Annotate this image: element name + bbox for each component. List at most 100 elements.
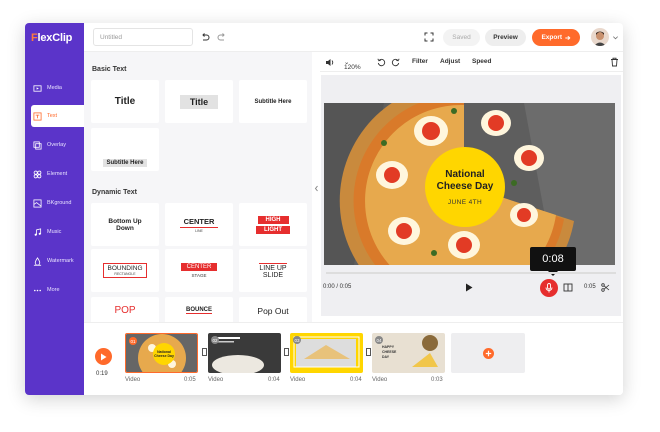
sidebar-item-more[interactable]: More [25, 279, 84, 301]
sidebar-item-bkground[interactable]: BKground [25, 192, 84, 214]
title-badge[interactable]: National Cheese Day JUNE 4TH [425, 147, 505, 227]
dynamic-template-card[interactable]: HIGH LIGHT [239, 203, 307, 246]
add-clip-button[interactable] [451, 333, 525, 373]
sidebar: FlexClip Media Text Overlay Element BKgr… [25, 23, 84, 395]
template-label: CENTER [179, 217, 219, 228]
time-counter: 0:00 / 0:05 [323, 284, 352, 290]
text-template-card[interactable]: Title [91, 80, 159, 123]
scene-title-line1: National [445, 168, 485, 180]
saved-button[interactable]: Saved [443, 29, 480, 46]
transition-button[interactable] [284, 348, 289, 356]
clip-number: 03 [293, 336, 301, 344]
template-label: SLIDE [262, 271, 284, 279]
clip-duration: 0:04 [268, 377, 280, 383]
dynamic-template-card[interactable]: CENTER STAGE [165, 249, 233, 292]
record-voice-button[interactable] [540, 279, 558, 297]
svg-text:DAY: DAY [382, 355, 390, 359]
preview-button[interactable]: Preview [485, 29, 526, 46]
sidebar-item-label: Watermark [47, 258, 74, 264]
chevron-down-icon[interactable] [612, 34, 619, 41]
sidebar-item-label: Element [47, 171, 68, 177]
collapse-panel-button[interactable] [312, 178, 320, 198]
timeline-clip[interactable]: 03 [290, 333, 363, 373]
template-label: LINE [195, 228, 203, 233]
sidebar-item-label: Text [47, 113, 58, 119]
template-label: Down [116, 224, 134, 232]
timeline-play-button[interactable] [95, 348, 112, 365]
background-icon [33, 198, 42, 208]
editor-toolbar: 120% ⌄ Filter Adjust Speed [320, 52, 623, 72]
fullscreen-icon[interactable] [424, 32, 434, 42]
timeline-clip[interactable]: National Cheese Day 01 [125, 333, 198, 373]
text-template-card[interactable]: Title [165, 80, 233, 123]
clip-number: 02 [211, 336, 219, 344]
dynamic-template-card[interactable]: Bottom Up Down [91, 203, 159, 246]
scene-title-line2: Cheese Day [436, 180, 494, 192]
sidebar-item-element[interactable]: Element [25, 163, 84, 185]
svg-text:HAPPY: HAPPY [382, 345, 395, 349]
volume-icon[interactable] [325, 58, 335, 67]
arrow-right-icon: ➔ [565, 34, 571, 42]
sidebar-item-label: Music [47, 229, 62, 235]
sidebar-item-music[interactable]: Music [25, 221, 84, 243]
dynamic-template-card[interactable]: BOUNCE [165, 297, 233, 322]
template-label: Subtitle Here [103, 159, 147, 167]
dynamic-template-card[interactable]: BOUNDING RECTANGLE [91, 249, 159, 292]
sidebar-item-watermark[interactable]: Watermark [25, 250, 84, 272]
clip-number: 04 [375, 336, 383, 344]
scene-date: JUNE 4TH [447, 198, 483, 206]
undo-icon[interactable] [200, 32, 210, 42]
dynamic-template-card[interactable]: POP [91, 297, 159, 322]
rotate-right-icon[interactable] [391, 58, 400, 67]
play-icon[interactable] [465, 283, 473, 292]
redo-icon[interactable] [217, 32, 227, 42]
video-preview[interactable]: National Cheese Day JUNE 4TH [324, 103, 615, 265]
trash-icon[interactable] [610, 57, 619, 67]
sidebar-item-media[interactable]: Media [25, 77, 84, 99]
split-icon[interactable] [563, 283, 573, 292]
text-icon [33, 111, 42, 121]
filter-button[interactable]: Filter [412, 58, 428, 65]
transition-button[interactable] [202, 348, 207, 356]
project-name-input[interactable]: Untitled [93, 28, 193, 46]
plus-icon [482, 347, 494, 359]
clip-type: Video [208, 377, 224, 383]
zoom-value: 120% [344, 64, 361, 71]
top-bar: Untitled Saved Preview Export ➔ [84, 23, 623, 52]
section-basic-text: Basic Text [92, 66, 127, 73]
template-label: BOUNCE [185, 307, 212, 314]
transition-button[interactable] [366, 348, 371, 356]
sidebar-item-overlay[interactable]: Overlay [25, 134, 84, 156]
dynamic-template-card[interactable]: LINE UP SLIDE [239, 249, 307, 292]
text-template-card[interactable]: Subtitle Here [239, 80, 307, 123]
preview-canvas: National Cheese Day JUNE 4TH [321, 75, 621, 316]
clip-duration: 0:05 [184, 377, 196, 383]
sidebar-item-label: BKground [47, 200, 72, 206]
clip-number: 01 [129, 337, 137, 345]
clip-type: Video [372, 377, 388, 383]
avatar[interactable] [591, 28, 609, 46]
dynamic-template-card[interactable]: Pop Out [239, 297, 307, 322]
timeline-clip[interactable]: 02 [208, 333, 281, 373]
adjust-button[interactable]: Adjust [440, 58, 460, 65]
scissors-icon[interactable] [601, 283, 610, 292]
timeline-clip[interactable]: HAPPY CHEESE DAY 04 [372, 333, 445, 373]
rotate-left-icon[interactable] [377, 58, 386, 67]
overlay-icon [33, 140, 42, 150]
zoom-select[interactable]: 120% ⌄ [344, 58, 361, 71]
section-dynamic-text: Dynamic Text [92, 189, 137, 196]
clip-type: Video [290, 377, 306, 383]
music-icon [34, 227, 42, 236]
sidebar-item-label: Media [47, 85, 62, 91]
dynamic-template-card[interactable]: CENTER LINE [165, 203, 233, 246]
speed-button[interactable]: Speed [472, 58, 492, 65]
playback-progress[interactable] [326, 272, 616, 274]
template-label: Bottom Up [108, 217, 142, 225]
timeline-total: 0:19 [96, 371, 108, 377]
template-label: LIGHT [256, 225, 290, 234]
export-button[interactable]: Export ➔ [532, 29, 580, 46]
clip-duration: 0:05 [584, 284, 596, 290]
text-template-card[interactable]: Subtitle Here [91, 128, 159, 171]
microphone-icon [545, 283, 553, 293]
sidebar-item-text[interactable]: Text [31, 105, 84, 127]
